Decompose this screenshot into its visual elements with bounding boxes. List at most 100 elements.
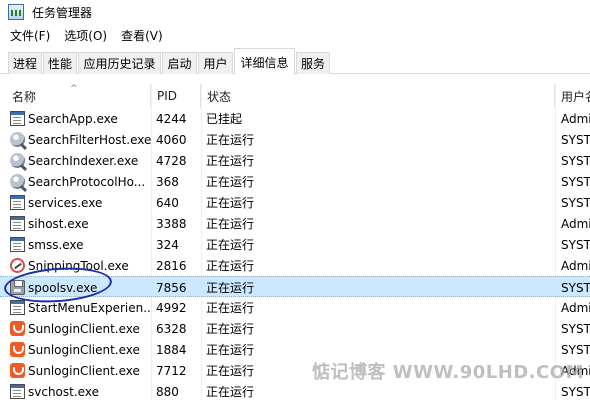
process-pid: 4244 <box>156 111 187 126</box>
search-icon <box>10 174 25 189</box>
tab-app-history[interactable]: 应用历史记录 <box>78 52 161 74</box>
table-row[interactable]: SearchIndexer.exe 4728 正在运行 SYST <box>0 150 590 171</box>
process-user: Admi <box>561 258 590 273</box>
search-icon <box>10 153 25 168</box>
window-icon <box>10 300 25 315</box>
snipping-tool-icon <box>10 258 25 273</box>
process-status: 正在运行 <box>206 385 255 399</box>
table-row[interactable]: SunloginClient.exe 6328 正在运行 SYST <box>0 318 590 339</box>
window-icon <box>10 111 25 126</box>
menu-view[interactable]: 查看(V) <box>121 27 163 44</box>
process-name: SearchProtocolHo... <box>28 174 146 189</box>
details-table-header: ^ 名称 PID 状态 用户名 <box>0 84 590 108</box>
table-row[interactable]: services.exe 640 正在运行 SYST <box>0 192 590 213</box>
process-status: 正在运行 <box>206 322 255 336</box>
table-row[interactable]: SnippingTool.exe 2816 正在运行 Admi <box>0 255 590 276</box>
process-user: Admi <box>561 111 590 126</box>
process-user: Admi <box>561 216 590 231</box>
column-header-pid[interactable]: PID <box>151 84 201 108</box>
window-icon <box>10 216 25 231</box>
process-name-cell: SearchApp.exe <box>10 108 151 129</box>
tab-services[interactable]: 服务 <box>296 52 330 74</box>
process-pid: 4060 <box>156 132 187 147</box>
tab-startup[interactable]: 启动 <box>162 52 197 74</box>
tab-users[interactable]: 用户 <box>198 52 233 74</box>
column-header-status[interactable]: 状态 <box>201 84 555 108</box>
process-status: 正在运行 <box>206 259 255 273</box>
process-name: spoolsv.exe <box>28 280 98 295</box>
process-name: StartMenuExperien... <box>28 300 151 315</box>
table-row[interactable]: StartMenuExperien... 4992 正在运行 Admi <box>0 297 590 318</box>
process-name-cell: SearchIndexer.exe <box>10 150 151 171</box>
process-status: 正在运行 <box>206 364 255 378</box>
process-name: services.exe <box>28 195 103 210</box>
process-user: SYST <box>561 237 590 252</box>
process-pid: 7856 <box>156 280 187 295</box>
process-status: 已挂起 <box>206 112 243 126</box>
process-pid: 324 <box>156 237 179 252</box>
process-pid: 2816 <box>156 258 187 273</box>
column-header-user[interactable]: 用户名 <box>555 84 590 108</box>
process-name-cell: SearchProtocolHo... <box>10 171 151 192</box>
tab-strip: 进程 性能 应用历史记录 启动 用户 详细信息 服务 <box>0 48 590 75</box>
menu-options[interactable]: 选项(O) <box>64 27 107 44</box>
table-row[interactable]: smss.exe 324 正在运行 SYST <box>0 234 590 255</box>
process-status: 正在运行 <box>206 196 255 210</box>
process-name: smss.exe <box>28 237 84 252</box>
table-row[interactable]: SearchProtocolHo... 368 正在运行 SYST <box>0 171 590 192</box>
column-header-name[interactable]: 名称 <box>0 84 151 108</box>
process-pid: 4992 <box>156 300 187 315</box>
process-user: SYST <box>561 132 590 147</box>
process-status: 正在运行 <box>206 343 255 357</box>
process-pid: 1884 <box>156 342 187 357</box>
process-status: 正在运行 <box>206 301 255 315</box>
process-pid: 640 <box>156 195 179 210</box>
process-name: svchost.exe <box>28 384 99 399</box>
process-name: SunloginClient.exe <box>28 363 140 378</box>
process-name-cell: SunloginClient.exe <box>10 339 151 360</box>
table-row[interactable]: spoolsv.exe 7856 正在运行 SYST <box>0 276 590 297</box>
window-icon <box>10 384 25 399</box>
process-name-cell: spoolsv.exe <box>10 277 151 298</box>
process-name-cell: SearchFilterHost.exe <box>10 129 151 150</box>
title-bar: 任务管理器 <box>0 0 590 24</box>
process-name: SearchFilterHost.exe <box>28 132 151 147</box>
menu-bar: 文件(F) 选项(O) 查看(V) <box>0 24 590 46</box>
sunlogin-icon <box>10 321 25 336</box>
process-name-cell: SunloginClient.exe <box>10 360 151 381</box>
process-name: SnippingTool.exe <box>28 258 129 273</box>
task-manager-icon <box>8 4 24 20</box>
process-name-cell: smss.exe <box>10 234 151 255</box>
process-name-cell: services.exe <box>10 192 151 213</box>
tab-performance[interactable]: 性能 <box>43 52 77 74</box>
tab-details[interactable]: 详细信息 <box>234 48 295 75</box>
menu-file[interactable]: 文件(F) <box>10 27 50 44</box>
process-name: SunloginClient.exe <box>28 321 140 336</box>
process-name-cell: svchost.exe <box>10 381 151 400</box>
window-icon <box>10 237 25 252</box>
table-row[interactable]: SunloginClient.exe 1884 正在运行 SYST <box>0 339 590 360</box>
table-row[interactable]: SearchFilterHost.exe 4060 正在运行 SYST <box>0 129 590 150</box>
process-status: 正在运行 <box>206 281 255 295</box>
process-pid: 6328 <box>156 321 187 336</box>
process-name: sihost.exe <box>28 216 89 231</box>
window-title: 任务管理器 <box>32 5 93 20</box>
process-pid: 368 <box>156 174 179 189</box>
process-status: 正在运行 <box>206 238 255 252</box>
table-row[interactable]: sihost.exe 3388 正在运行 Admi <box>0 213 590 234</box>
process-user: SYST <box>561 153 590 168</box>
process-name: SearchIndexer.exe <box>28 153 139 168</box>
tab-processes[interactable]: 进程 <box>8 52 42 74</box>
process-user: SYST <box>561 174 590 189</box>
process-pid: 3388 <box>156 216 187 231</box>
process-pid: 880 <box>156 384 179 399</box>
process-user: SYST <box>561 280 590 295</box>
process-name: SearchApp.exe <box>28 111 118 126</box>
process-pid: 7712 <box>156 363 187 378</box>
process-status: 正在运行 <box>206 175 255 189</box>
table-row[interactable]: SearchApp.exe 4244 已挂起 Admi <box>0 108 590 129</box>
process-user: SYST <box>561 342 590 357</box>
process-status: 正在运行 <box>206 133 255 147</box>
process-status: 正在运行 <box>206 154 255 168</box>
process-pid: 4728 <box>156 153 187 168</box>
